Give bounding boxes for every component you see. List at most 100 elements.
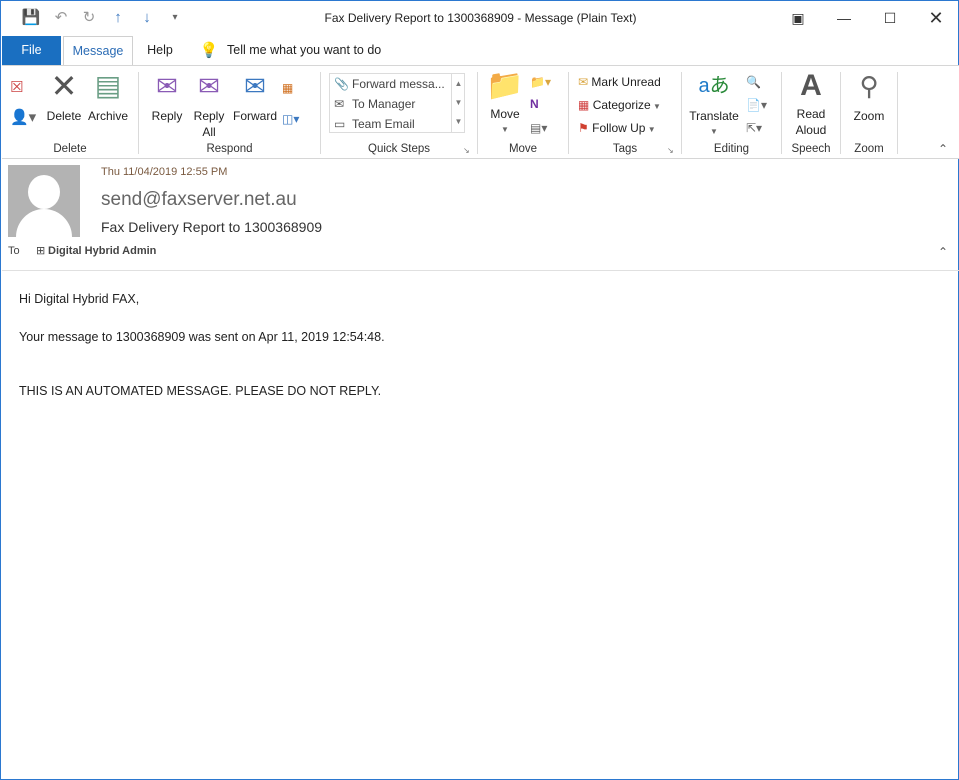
reply-all-button[interactable]: ✉ Reply All [190, 72, 228, 140]
tell-me-search[interactable]: Tell me what you want to do [227, 36, 381, 66]
categorize-button[interactable]: ▦ Categorize ▼ [578, 97, 661, 115]
chevron-down-icon: ▼ [710, 127, 718, 136]
quick-step-label: To Manager [352, 97, 416, 111]
envelope-icon: ▭ [334, 117, 346, 131]
ribbon-tabs: File Message Help 💡 Tell me what you wan… [1, 36, 959, 67]
maximize-button[interactable]: ☐ [867, 5, 913, 31]
mark-unread-icon: ✉ [578, 75, 589, 89]
zoom-button[interactable]: ⚲ Zoom [848, 72, 890, 124]
forward-icon: ✉ [244, 71, 266, 101]
tab-message[interactable]: Message [63, 36, 133, 67]
quick-step-forward[interactable]: 📎 Forward messa... [330, 74, 464, 94]
divider [568, 72, 569, 154]
sender[interactable]: send@faxserver.net.au [101, 189, 297, 211]
more-respond-icon[interactable]: ◫▾ [282, 111, 299, 127]
actions-icon[interactable]: ▤▾ [530, 120, 547, 136]
window: 💾 ↶ ↻ ↑ ↓ ▾ Fax Delivery Report to 13003… [0, 0, 959, 780]
dialog-launcher-icon[interactable]: ↘ [463, 146, 470, 155]
move-button[interactable]: 📁 Move ▼ [486, 69, 524, 138]
archive-button[interactable]: ▤ Archive [86, 72, 130, 124]
collapse-ribbon-icon[interactable]: ⌃ [938, 142, 948, 156]
cursor-icon[interactable]: ⇱▾ [746, 120, 762, 136]
forward-label: Forward [232, 109, 277, 123]
meeting-icon[interactable]: ▦ [282, 80, 293, 96]
ribbon-display-icon[interactable]: ▣ [775, 5, 821, 31]
ribbon: ☒ 👤▾ ✕ Delete ▤ Archive Delete ✉ Reply ✉… [2, 65, 959, 159]
divider [138, 72, 139, 154]
close-button[interactable]: ✕ [913, 5, 959, 31]
divider [681, 72, 682, 154]
delete-button[interactable]: ✕ Delete [46, 68, 82, 124]
follow-up-button[interactable]: ⚑ Follow Up ▼ [578, 120, 656, 138]
divider [781, 72, 782, 154]
tab-help[interactable]: Help [139, 36, 181, 66]
forward-button[interactable]: ✉ Forward [232, 72, 278, 124]
envelope-arrow-icon: ✉ [334, 97, 345, 111]
ignore-icon[interactable]: ☒ [10, 74, 23, 102]
group-label-respond: Respond [206, 143, 253, 155]
body-line: Your message to 1300368909 was sent on A… [19, 330, 385, 344]
find-icon[interactable]: 🔍 [746, 74, 761, 90]
divider [477, 72, 478, 154]
translate-label: Translate [689, 109, 739, 123]
delete-icon: ✕ [50, 68, 78, 104]
group-label-editing: Editing [713, 143, 750, 155]
group-label-delete: Delete [53, 143, 87, 155]
recipient[interactable]: Digital Hybrid Admin [48, 245, 156, 257]
read-aloud-icon: A [800, 69, 822, 102]
body-line: THIS IS AN AUTOMATED MESSAGE. PLEASE DO … [19, 384, 382, 398]
rules-icon[interactable]: 📁▾ [530, 74, 551, 90]
reply-icon: ✉ [156, 71, 178, 101]
quick-step-team-email[interactable]: ▭ Team Email [330, 114, 464, 134]
archive-icon: ▤ [94, 70, 122, 101]
divider [840, 72, 841, 154]
divider [320, 72, 321, 154]
quick-steps-gallery: 📎 Forward messa... ✉ To Manager ▭ Team Emai… [329, 73, 465, 133]
reply-all-icon: ✉ [198, 71, 220, 101]
minimize-button[interactable]: — [821, 5, 867, 31]
folder-move-icon: 📁 [486, 69, 524, 102]
to-label: To [8, 245, 20, 257]
collapse-header-icon[interactable]: ⌃ [938, 245, 948, 259]
categorize-label: Categorize [592, 98, 651, 112]
reply-all-label-2: All [202, 125, 216, 139]
sent-date: Thu 11/04/2019 12:55 PM [101, 166, 228, 178]
reply-label: Reply [151, 109, 183, 123]
translate-button[interactable]: aあ Translate ▼ [688, 72, 740, 140]
select-icon[interactable]: 📄▾ [746, 97, 767, 113]
quick-step-to-manager[interactable]: ✉ To Manager [330, 94, 464, 114]
title-bar: 💾 ↶ ↻ ↑ ↓ ▾ Fax Delivery Report to 13003… [1, 1, 959, 36]
archive-label: Archive [87, 109, 128, 123]
subject: Fax Delivery Report to 1300368909 [101, 219, 323, 235]
read-aloud-label: Read [796, 107, 826, 121]
divider [897, 72, 898, 154]
categorize-icon: ▦ [578, 98, 590, 112]
mark-unread-label: Mark Unread [591, 75, 661, 89]
delete-label: Delete [46, 109, 82, 123]
read-aloud-label-2: Aloud [795, 123, 827, 137]
translate-icon: aあ [698, 75, 730, 97]
group-label-speech: Speech [791, 143, 831, 155]
avatar [8, 165, 80, 237]
lightbulb-icon: 💡 [199, 42, 219, 59]
paperclip-icon: 📎 [334, 77, 349, 91]
move-label: Move [490, 107, 520, 121]
read-aloud-button[interactable]: A Read Aloud [788, 69, 834, 138]
dialog-launcher-icon[interactable]: ↘ [667, 146, 674, 155]
body-line: Hi Digital Hybrid FAX, [19, 292, 140, 306]
onenote-icon[interactable]: N [530, 96, 539, 112]
zoom-label: Zoom [853, 109, 885, 123]
flag-icon: ⚑ [578, 121, 589, 135]
follow-up-label: Follow Up [592, 121, 646, 135]
reply-button[interactable]: ✉ Reply [148, 72, 186, 124]
tab-file[interactable]: File [2, 36, 61, 66]
group-label-quick-steps: Quick Steps [368, 143, 430, 155]
group-label-tags: Tags [612, 143, 638, 155]
mark-unread-button[interactable]: ✉ Mark Unread [578, 74, 661, 90]
group-label-move: Move [508, 143, 538, 155]
expand-icon[interactable]: ⊞ [36, 244, 45, 257]
quick-steps-scroll[interactable]: ▲ ▼ ▼ [451, 74, 465, 132]
quick-step-label: Forward messa... [352, 77, 445, 91]
magnifier-icon: ⚲ [859, 71, 879, 101]
junk-icon[interactable]: 👤▾ [10, 104, 36, 132]
